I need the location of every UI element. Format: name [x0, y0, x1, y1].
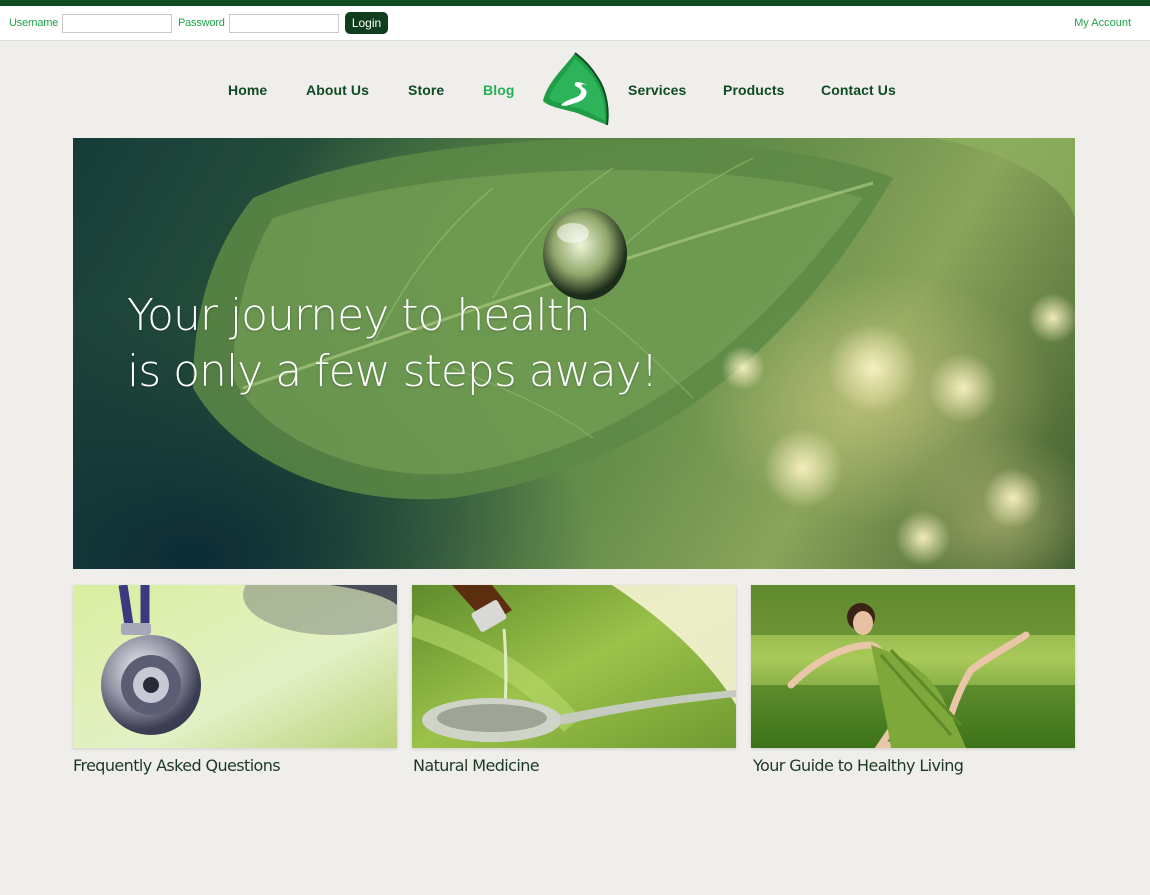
card-natural-medicine-title[interactable]: Natural Medicine — [413, 756, 736, 775]
hero-headline-line-1: Your journey to health — [127, 290, 591, 341]
nav-contact-us[interactable]: Contact Us — [821, 82, 896, 98]
nav-products[interactable]: Products — [723, 82, 784, 98]
card-healthy-living[interactable]: Your Guide to Healthy Living — [751, 585, 1075, 775]
nav-services[interactable]: Services — [628, 82, 686, 98]
nav-home[interactable]: Home — [228, 82, 267, 98]
nav-about-us[interactable]: About Us — [306, 82, 369, 98]
my-account-link[interactable]: My Account — [1074, 17, 1131, 29]
nav-blog[interactable]: Blog — [483, 82, 515, 98]
login-button[interactable]: Login — [345, 12, 388, 34]
leaf-path-logo-icon[interactable] — [541, 51, 609, 126]
medicine-spoon-image[interactable] — [412, 585, 736, 748]
hero-headline-line-2: is only a few steps away! — [127, 346, 658, 397]
card-faq-title[interactable]: Frequently Asked Questions — [73, 756, 397, 775]
card-natural-medicine[interactable]: Natural Medicine — [412, 585, 736, 775]
nav-store[interactable]: Store — [408, 82, 444, 98]
password-input[interactable] — [229, 14, 339, 33]
card-healthy-living-title[interactable]: Your Guide to Healthy Living — [753, 756, 1075, 775]
username-label: Username — [9, 17, 59, 29]
stethoscope-image[interactable] — [73, 585, 397, 748]
hero-headline: Your journey to health is only a few ste… — [127, 288, 658, 400]
password-label: Password — [178, 17, 225, 29]
card-faq[interactable]: Frequently Asked Questions — [73, 585, 397, 775]
hero-banner: Your journey to health is only a few ste… — [73, 138, 1075, 569]
username-input[interactable] — [62, 14, 172, 33]
woman-in-field-image[interactable] — [751, 585, 1075, 748]
login-bar: Username Password Login My Account — [0, 6, 1150, 41]
